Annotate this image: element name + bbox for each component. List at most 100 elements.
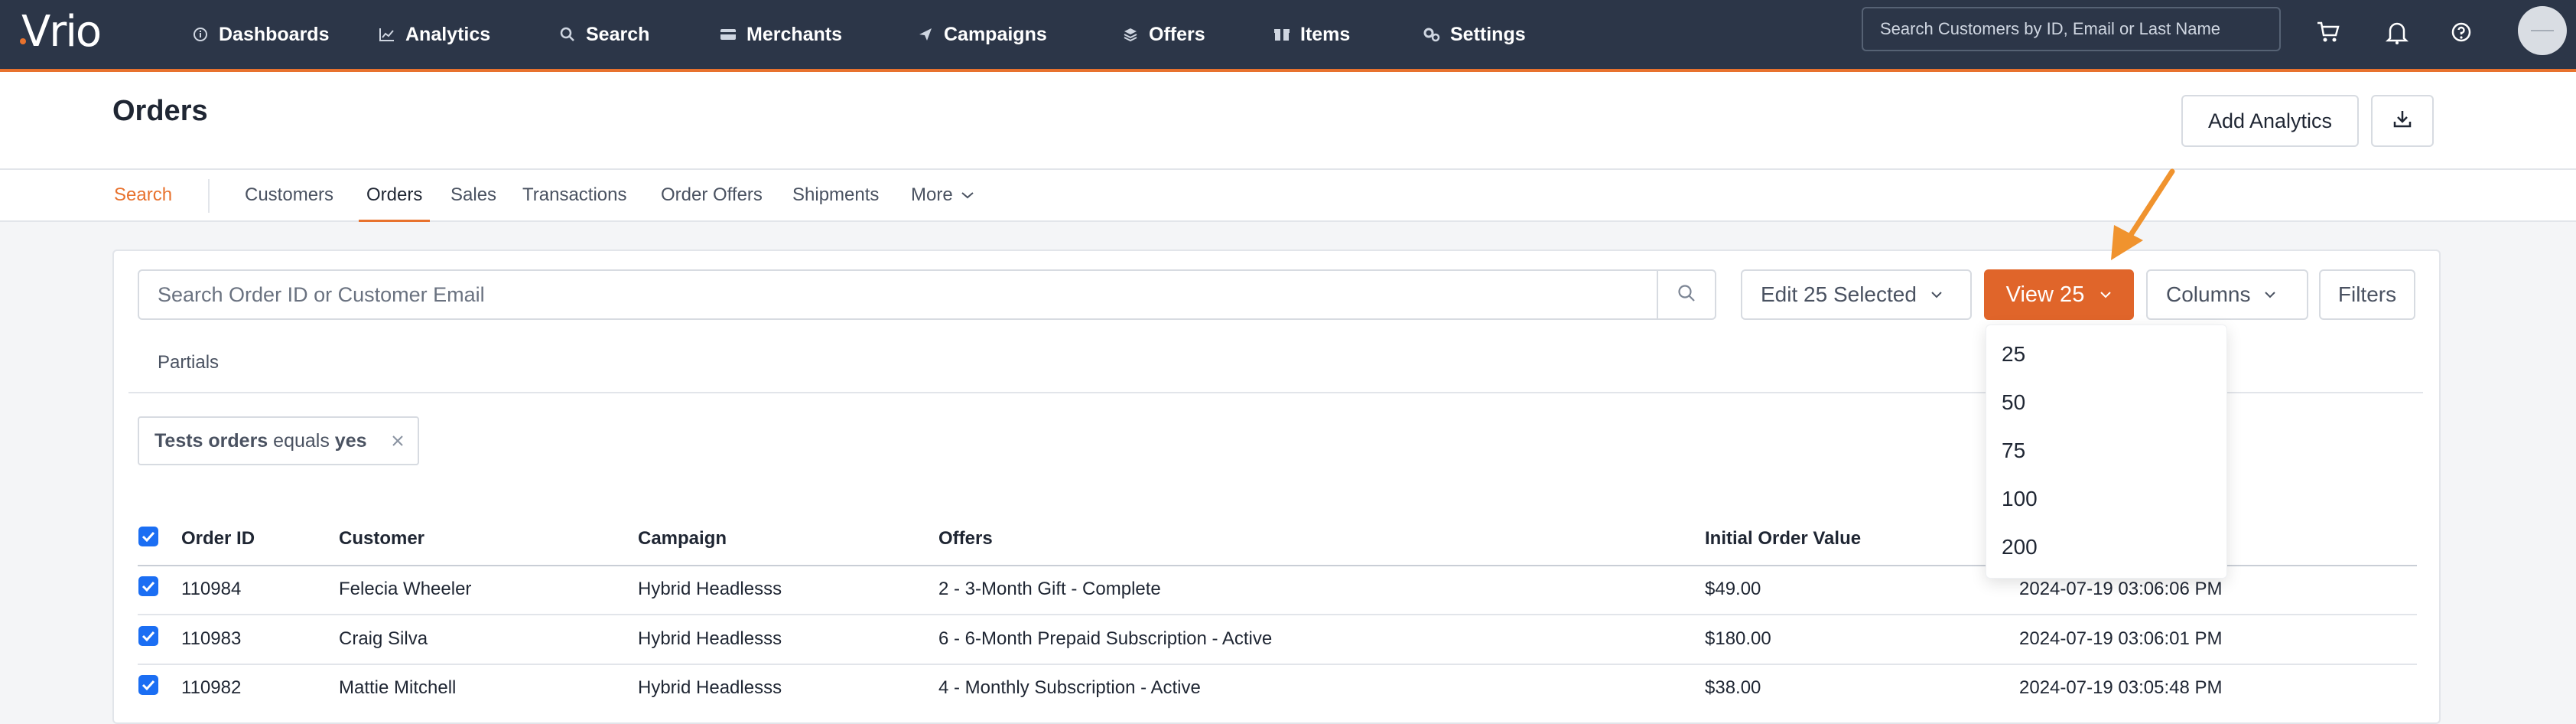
cell-date: 2024-07-19 03:06:06 PM [2019,579,2223,599]
cell-value: $180.00 [1705,628,1771,649]
logo-dot [20,38,26,44]
cell-campaign: Hybrid Headlesss [638,628,782,649]
tab-partials[interactable]: Partials [158,352,219,373]
nav-analytics[interactable]: Analytics [378,0,490,69]
subnav-sales[interactable]: Sales [450,170,496,220]
filter-chip-op: equals [273,429,330,452]
col-header-initial-order-value[interactable]: Initial Order Value [1705,528,1861,550]
col-header-offers[interactable]: Offers [938,528,993,550]
nav-items-label: Items [1300,23,1351,45]
view-option-75[interactable]: 75 [2002,439,2025,463]
col-header-customer[interactable]: Customer [339,528,424,550]
cell-offers: 4 - Monthly Subscription - Active [938,677,1201,698]
global-search-input[interactable]: Search Customers by ID, Email or Last Na… [1862,7,2281,51]
search-icon [558,25,577,44]
cell-customer[interactable]: Mattie Mitchell [339,677,456,699]
nav-settings-label: Settings [1450,23,1526,45]
edit-selected-button[interactable]: Edit 25 Selected [1741,269,1972,320]
cell-campaign: Hybrid Headlesss [638,677,782,698]
order-search-input[interactable]: Search Order ID or Customer Email [138,269,1716,320]
row-checkbox[interactable] [138,576,158,596]
top-navbar: Vrio Dashboards Analytics Search Merchan… [0,0,2576,72]
view-option-100[interactable]: 100 [2002,487,2038,511]
col-header-campaign[interactable]: Campaign [638,528,727,550]
sub-navigation: Search Customers Orders Sales Transactio… [0,170,2576,222]
nav-offers[interactable]: Offers [1121,0,1205,69]
download-button[interactable] [2371,95,2434,147]
cell-campaign: Hybrid Headlesss [638,579,782,599]
nav-dashboards-label: Dashboards [219,23,330,45]
view-option-50[interactable]: 50 [2002,390,2025,415]
cell-value: $49.00 [1705,579,1761,599]
cell-order-id[interactable]: 110983 [181,628,241,650]
add-analytics-button[interactable]: Add Analytics [2181,95,2359,147]
nav-merchants-label: Merchants [746,23,843,45]
layers-icon [1121,25,1140,44]
subnav-shipments[interactable]: Shipments [792,170,879,220]
view-count-button[interactable]: View 25 [1984,269,2134,320]
subnav-divider [208,179,210,213]
filter-chip: Tests orders equals yes [138,416,419,465]
subnav-orders[interactable]: Orders [358,170,431,222]
row-checkbox[interactable] [138,675,158,695]
subnav-customers[interactable]: Customers [245,170,333,220]
filter-chip-field: Tests orders [154,429,268,452]
cell-offers: 2 - 3-Month Gift - Complete [938,579,1161,599]
nav-analytics-label: Analytics [405,23,491,45]
download-icon [2392,108,2413,135]
nav-dashboards[interactable]: Dashboards [191,0,329,69]
row-checkbox[interactable] [138,626,158,646]
cart-icon[interactable] [2311,15,2345,49]
view-option-25[interactable]: 25 [2002,342,2025,367]
order-search-button[interactable] [1657,271,1715,318]
nav-campaigns[interactable]: Campaigns [916,0,1047,69]
subnav-order-offers[interactable]: Order Offers [661,170,763,220]
row-divider [138,614,2417,615]
chevron-down-icon [961,191,974,200]
cell-offers: 6 - 6-Month Prepaid Subscription - Activ… [938,628,1273,649]
user-avatar[interactable] [2518,6,2567,55]
nav-offers-label: Offers [1149,23,1205,45]
cell-date: 2024-07-19 03:06:01 PM [2019,628,2223,649]
paper-plane-icon [916,25,935,44]
subnav-transactions[interactable]: Transactions [522,170,627,220]
cell-order-id[interactable]: 110982 [181,677,241,699]
line-chart-icon [378,25,396,44]
subnav-more[interactable]: More [911,170,974,220]
nav-items[interactable]: Items [1273,0,1350,69]
credit-card-icon [719,25,737,44]
columns-button[interactable]: Columns [2146,269,2308,320]
cell-date: 2024-07-19 03:05:48 PM [2019,677,2223,698]
cell-customer[interactable]: Felecia Wheeler [339,579,471,600]
info-circle-icon [191,25,210,44]
cell-customer[interactable]: Craig Silva [339,628,428,650]
nav-search-label: Search [586,23,650,45]
edit-selected-label: Edit 25 Selected [1761,282,1917,306]
help-icon[interactable] [2444,15,2478,49]
cell-value: $38.00 [1705,677,1761,698]
view-option-200[interactable]: 200 [2002,535,2038,559]
order-search-placeholder: Search Order ID or Customer Email [158,283,485,306]
col-header-order-id[interactable]: Order ID [181,528,255,550]
remove-filter-icon[interactable] [385,429,410,453]
view-count-label: View 25 [2005,282,2085,307]
chevron-down-icon [2100,291,2112,298]
row-divider [138,664,2417,665]
subnav-search[interactable]: Search [114,170,172,220]
gears-icon [1423,25,1441,44]
cell-order-id[interactable]: 110984 [181,579,241,600]
search-icon [1677,283,1696,307]
select-all-checkbox[interactable] [138,527,158,546]
annotation-arrow-icon [2111,168,2175,260]
box-icon [1273,25,1291,44]
chevron-down-icon [2264,291,2276,298]
nav-merchants[interactable]: Merchants [719,0,842,69]
filters-button[interactable]: Filters [2319,269,2415,320]
bell-icon[interactable] [2380,15,2414,49]
nav-search[interactable]: Search [558,0,649,69]
filter-chip-text: Tests orders equals yes [154,430,367,452]
nav-campaigns-label: Campaigns [944,23,1047,45]
nav-settings[interactable]: Settings [1392,0,1556,72]
vrio-logo[interactable]: Vrio [21,9,102,55]
filter-chip-value: yes [334,429,367,452]
